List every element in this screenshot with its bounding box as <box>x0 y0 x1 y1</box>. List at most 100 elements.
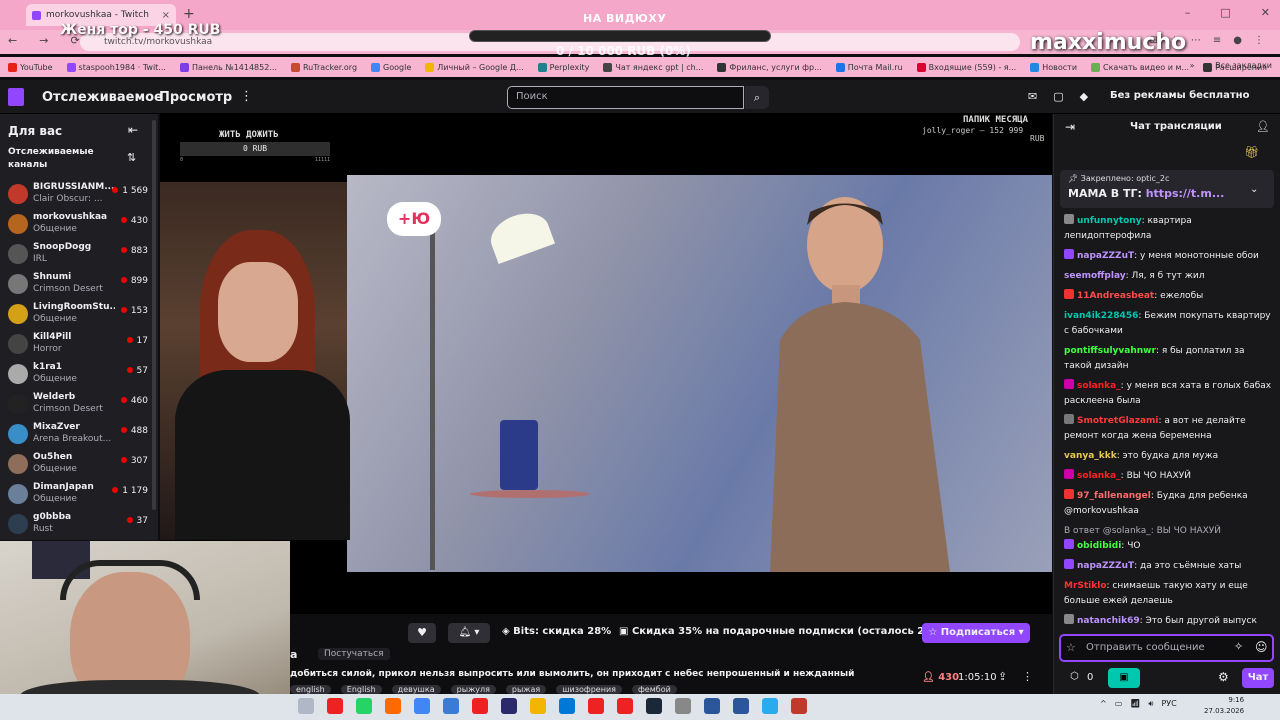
bits-discount-button[interactable]: ◈ Bits: скидка 28% <box>502 626 611 637</box>
new-tab-button[interactable]: + <box>183 6 195 22</box>
chat-username[interactable]: unfunnytony <box>1077 216 1142 226</box>
stream-tag[interactable]: шизофрения <box>556 685 622 694</box>
sidebar-channel-item[interactable]: DimanJapan Общение 1 179 <box>8 482 148 510</box>
chat-username[interactable]: natanchik69 <box>1077 616 1140 626</box>
gift-icon[interactable]: 🎁︎ <box>1244 145 1259 159</box>
back-icon[interactable]: ← <box>8 34 17 47</box>
taskbar-app-icon[interactable] <box>385 698 401 714</box>
search-input[interactable]: Поиск <box>507 86 744 109</box>
chat-username[interactable]: SmotretGlazami <box>1077 416 1159 426</box>
taskbar-clock[interactable]: 9:16 27.03.2026 <box>1204 695 1244 717</box>
bookmark-item[interactable]: Чат яндекс gpt | сh... <box>603 62 703 72</box>
sidebar-channel-item[interactable]: Kill4Pill Horror 17 <box>8 332 148 360</box>
network-icon[interactable]: 📶︎ <box>1130 699 1140 709</box>
chat-username[interactable]: MrStiklo <box>1064 581 1107 591</box>
whispers-icon[interactable]: ▢ <box>1053 90 1063 103</box>
chat-users-icon[interactable]: 👤︎ <box>1256 120 1270 133</box>
nav-browse[interactable]: Просмотр <box>159 90 232 105</box>
knock-button[interactable]: Постучаться <box>318 648 390 660</box>
sidebar-channel-item[interactable]: g0bbba Rust 37 <box>8 512 148 540</box>
collapse-chat-icon[interactable]: ⇥ <box>1065 120 1075 134</box>
sidebar-channel-item[interactable]: MixaZver Arena Breakout... 488 <box>8 422 148 450</box>
reading-list-icon[interactable]: ≡ <box>1213 35 1221 46</box>
bookmark-item[interactable]: Панель №1414852... <box>179 62 277 72</box>
bookmark-item[interactable]: YouTube <box>8 62 53 72</box>
taskbar-app-icon[interactable] <box>298 698 314 714</box>
subscribe-button[interactable]: ☆ Подписаться ▾ <box>922 623 1030 643</box>
tray-overflow-icon[interactable]: ^ <box>1100 699 1107 709</box>
chat-username[interactable]: seemoffplay <box>1064 271 1126 281</box>
taskbar-app-icon[interactable] <box>443 698 459 714</box>
more-options-icon[interactable]: ⋮ <box>1022 670 1033 683</box>
profile-icon[interactable]: ● <box>1233 35 1242 46</box>
sidebar-channel-item[interactable]: morkovushkaa Общение 430 <box>8 212 148 240</box>
taskbar-app-icon[interactable] <box>327 698 343 714</box>
share-icon[interactable]: ⇪ <box>998 670 1007 683</box>
chat-settings-icon[interactable]: ⚙ <box>1218 670 1229 684</box>
nav-more-icon[interactable]: ⋮ <box>240 89 253 104</box>
chat-username[interactable]: napaZZZuT <box>1077 251 1134 261</box>
taskbar-app-icon[interactable] <box>675 698 691 714</box>
streamer-name[interactable]: a <box>290 648 297 661</box>
sidebar-channel-item[interactable]: Shnumi Crimson Desert 899 <box>8 272 148 300</box>
bookmark-item[interactable]: Perplexity <box>537 62 589 72</box>
chat-username[interactable]: 11Andreasbeat <box>1077 291 1154 301</box>
reply-context[interactable]: В ответ @solanka_: ВЫ ЧО НАХУЙ <box>1064 524 1272 539</box>
stream-tag[interactable]: девушка <box>391 685 441 694</box>
chat-username[interactable]: napaZZZuT <box>1077 561 1134 571</box>
taskbar-app-icon[interactable] <box>704 698 720 714</box>
stream-tag[interactable]: фембой <box>631 685 677 694</box>
close-window-button[interactable]: ✕ <box>1261 6 1270 19</box>
chat-username[interactable]: vanya_kkk <box>1064 451 1117 461</box>
turbo-no-ads-button[interactable]: Без рекламы бесплатно <box>1110 90 1249 101</box>
taskbar-app-icon[interactable] <box>414 698 430 714</box>
gift-subs-button[interactable]: ▣ Скидка 35% на подарочные подписки (ост… <box>619 626 966 637</box>
bookmarks-more-icon[interactable]: » <box>1190 61 1195 70</box>
sort-icon[interactable]: ⇅ <box>127 151 136 164</box>
taskbar-app-icon[interactable] <box>791 698 807 714</box>
chevron-down-icon[interactable]: ⌄ <box>1250 184 1258 195</box>
sidebar-channel-item[interactable]: LivingRoomStu... Общение 153 <box>8 302 148 330</box>
overflow-icon[interactable]: ⋯ <box>1191 35 1201 46</box>
maximize-button[interactable]: □ <box>1220 6 1230 19</box>
sidebar-channel-item[interactable]: SnoopDogg IRL 883 <box>8 242 148 270</box>
stream-tag[interactable]: рыжая <box>505 685 547 694</box>
stream-tag[interactable]: рыжуля <box>450 685 496 694</box>
chat-username[interactable]: obidibidi <box>1077 541 1121 551</box>
inbox-icon[interactable]: ✉ <box>1028 90 1037 103</box>
bookmark-item[interactable]: RuTracker.org <box>290 62 357 72</box>
chat-username[interactable]: ivan4ik228456 <box>1064 311 1138 321</box>
chat-send-button[interactable]: Чат <box>1242 668 1274 688</box>
chat-username[interactable]: 97_fallenangel <box>1077 491 1151 501</box>
chat-input-placeholder[interactable]: Отправить сообщение <box>1086 642 1205 653</box>
minimize-button[interactable]: – <box>1185 6 1191 19</box>
collapse-sidebar-icon[interactable]: ⇤ <box>128 123 138 137</box>
taskbar-app-icon[interactable] <box>588 698 604 714</box>
taskbar-app-icon[interactable] <box>559 698 575 714</box>
bookmark-item[interactable]: Новости <box>1030 62 1077 72</box>
gift-button[interactable]: ▣ <box>1108 668 1140 688</box>
all-bookmarks[interactable]: » Все закладки <box>1190 61 1272 70</box>
close-tab-icon[interactable]: × <box>162 10 170 21</box>
taskbar-app-icon[interactable] <box>501 698 517 714</box>
forward-icon[interactable]: → <box>39 34 48 47</box>
follow-button[interactable]: ♥ <box>408 623 436 643</box>
taskbar-app-icon[interactable] <box>646 698 662 714</box>
nav-following[interactable]: Отслеживаемое <box>42 90 163 105</box>
search-button[interactable]: ⌕ <box>745 86 769 109</box>
taskbar-app-icon[interactable] <box>617 698 633 714</box>
twitch-logo-icon[interactable] <box>8 88 24 106</box>
taskbar-app-icon[interactable] <box>733 698 749 714</box>
bookmark-item[interactable]: staspooh1984 · Twit... <box>66 62 166 72</box>
taskbar-app-icon[interactable] <box>530 698 546 714</box>
bookmark-item[interactable]: Скачать видео и м... <box>1091 62 1189 72</box>
taskbar-app-icon[interactable] <box>762 698 778 714</box>
bookmark-item[interactable]: Входящие (559) - я... <box>916 62 1016 72</box>
chat-username[interactable]: solanka_ <box>1077 381 1121 391</box>
sidebar-channel-item[interactable]: BIGRUSSIANM... Clair Obscur: ... 1 569 <box>8 182 148 210</box>
pinned-link[interactable]: https://t.m... <box>1146 187 1225 200</box>
stream-tag[interactable]: english <box>290 685 331 694</box>
bookmark-item[interactable]: Почта Mail.ru <box>835 62 903 72</box>
bookmark-item[interactable]: Google <box>371 62 411 72</box>
chat-ai-icon[interactable]: ✧ <box>1234 640 1243 653</box>
